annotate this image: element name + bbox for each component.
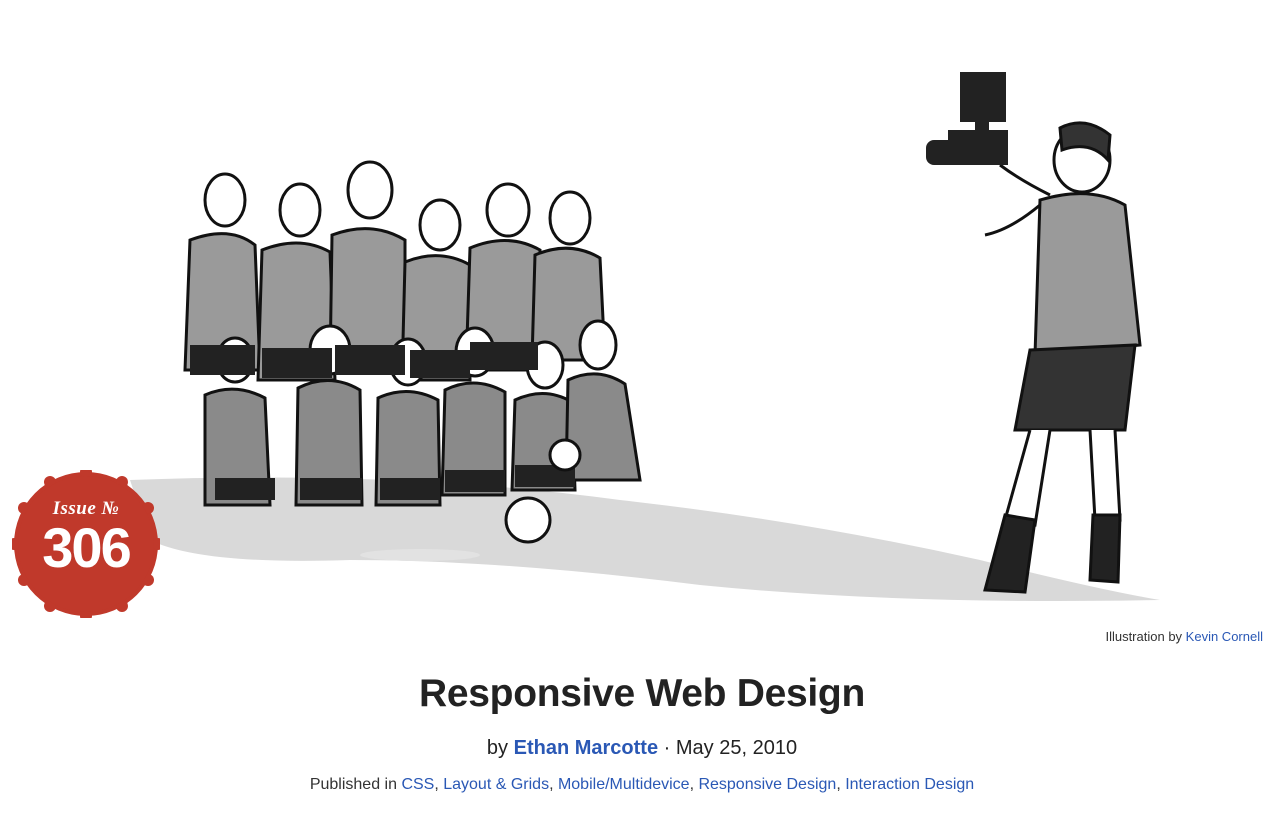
illustration-art (130, 72, 1160, 601)
ball (504, 496, 552, 544)
camera (926, 72, 1008, 165)
issue-badge: Issue № 306 (8, 466, 164, 622)
illustrator-link[interactable]: Kevin Cornell (1186, 629, 1263, 644)
published-in-label: Published in (309, 776, 397, 793)
category-link-css[interactable]: CSS (401, 776, 434, 793)
byline-separator: · (663, 737, 671, 759)
article-title: Responsive Web Design (419, 672, 865, 715)
published-in: Published in CSS, Layout & Grids, Mobile… (309, 776, 975, 793)
badge-text: Issue № 306 (12, 470, 160, 618)
badge-issue-number: 306 (42, 516, 131, 579)
category-link-mobile-multidevice[interactable]: Mobile/Multidevice (558, 776, 690, 793)
hero-illustration (0, 0, 1284, 625)
publish-date: May 25, 2010 (675, 737, 798, 759)
byline-by: by (486, 737, 509, 759)
illustration-credit: Illustration by Kevin Cornell (1105, 629, 1263, 644)
category-link-responsive-design[interactable]: Responsive Design (698, 776, 836, 793)
author-link[interactable]: Ethan Marcotte (514, 737, 658, 759)
byline: by Ethan Marcotte · May 25, 2010 (0, 737, 1284, 760)
category-link-layout-grids[interactable]: Layout & Grids (443, 776, 549, 793)
credit-prefix: Illustration by (1105, 629, 1183, 644)
photographer (983, 121, 1142, 594)
category-link-interaction-design[interactable]: Interaction Design (845, 776, 974, 793)
